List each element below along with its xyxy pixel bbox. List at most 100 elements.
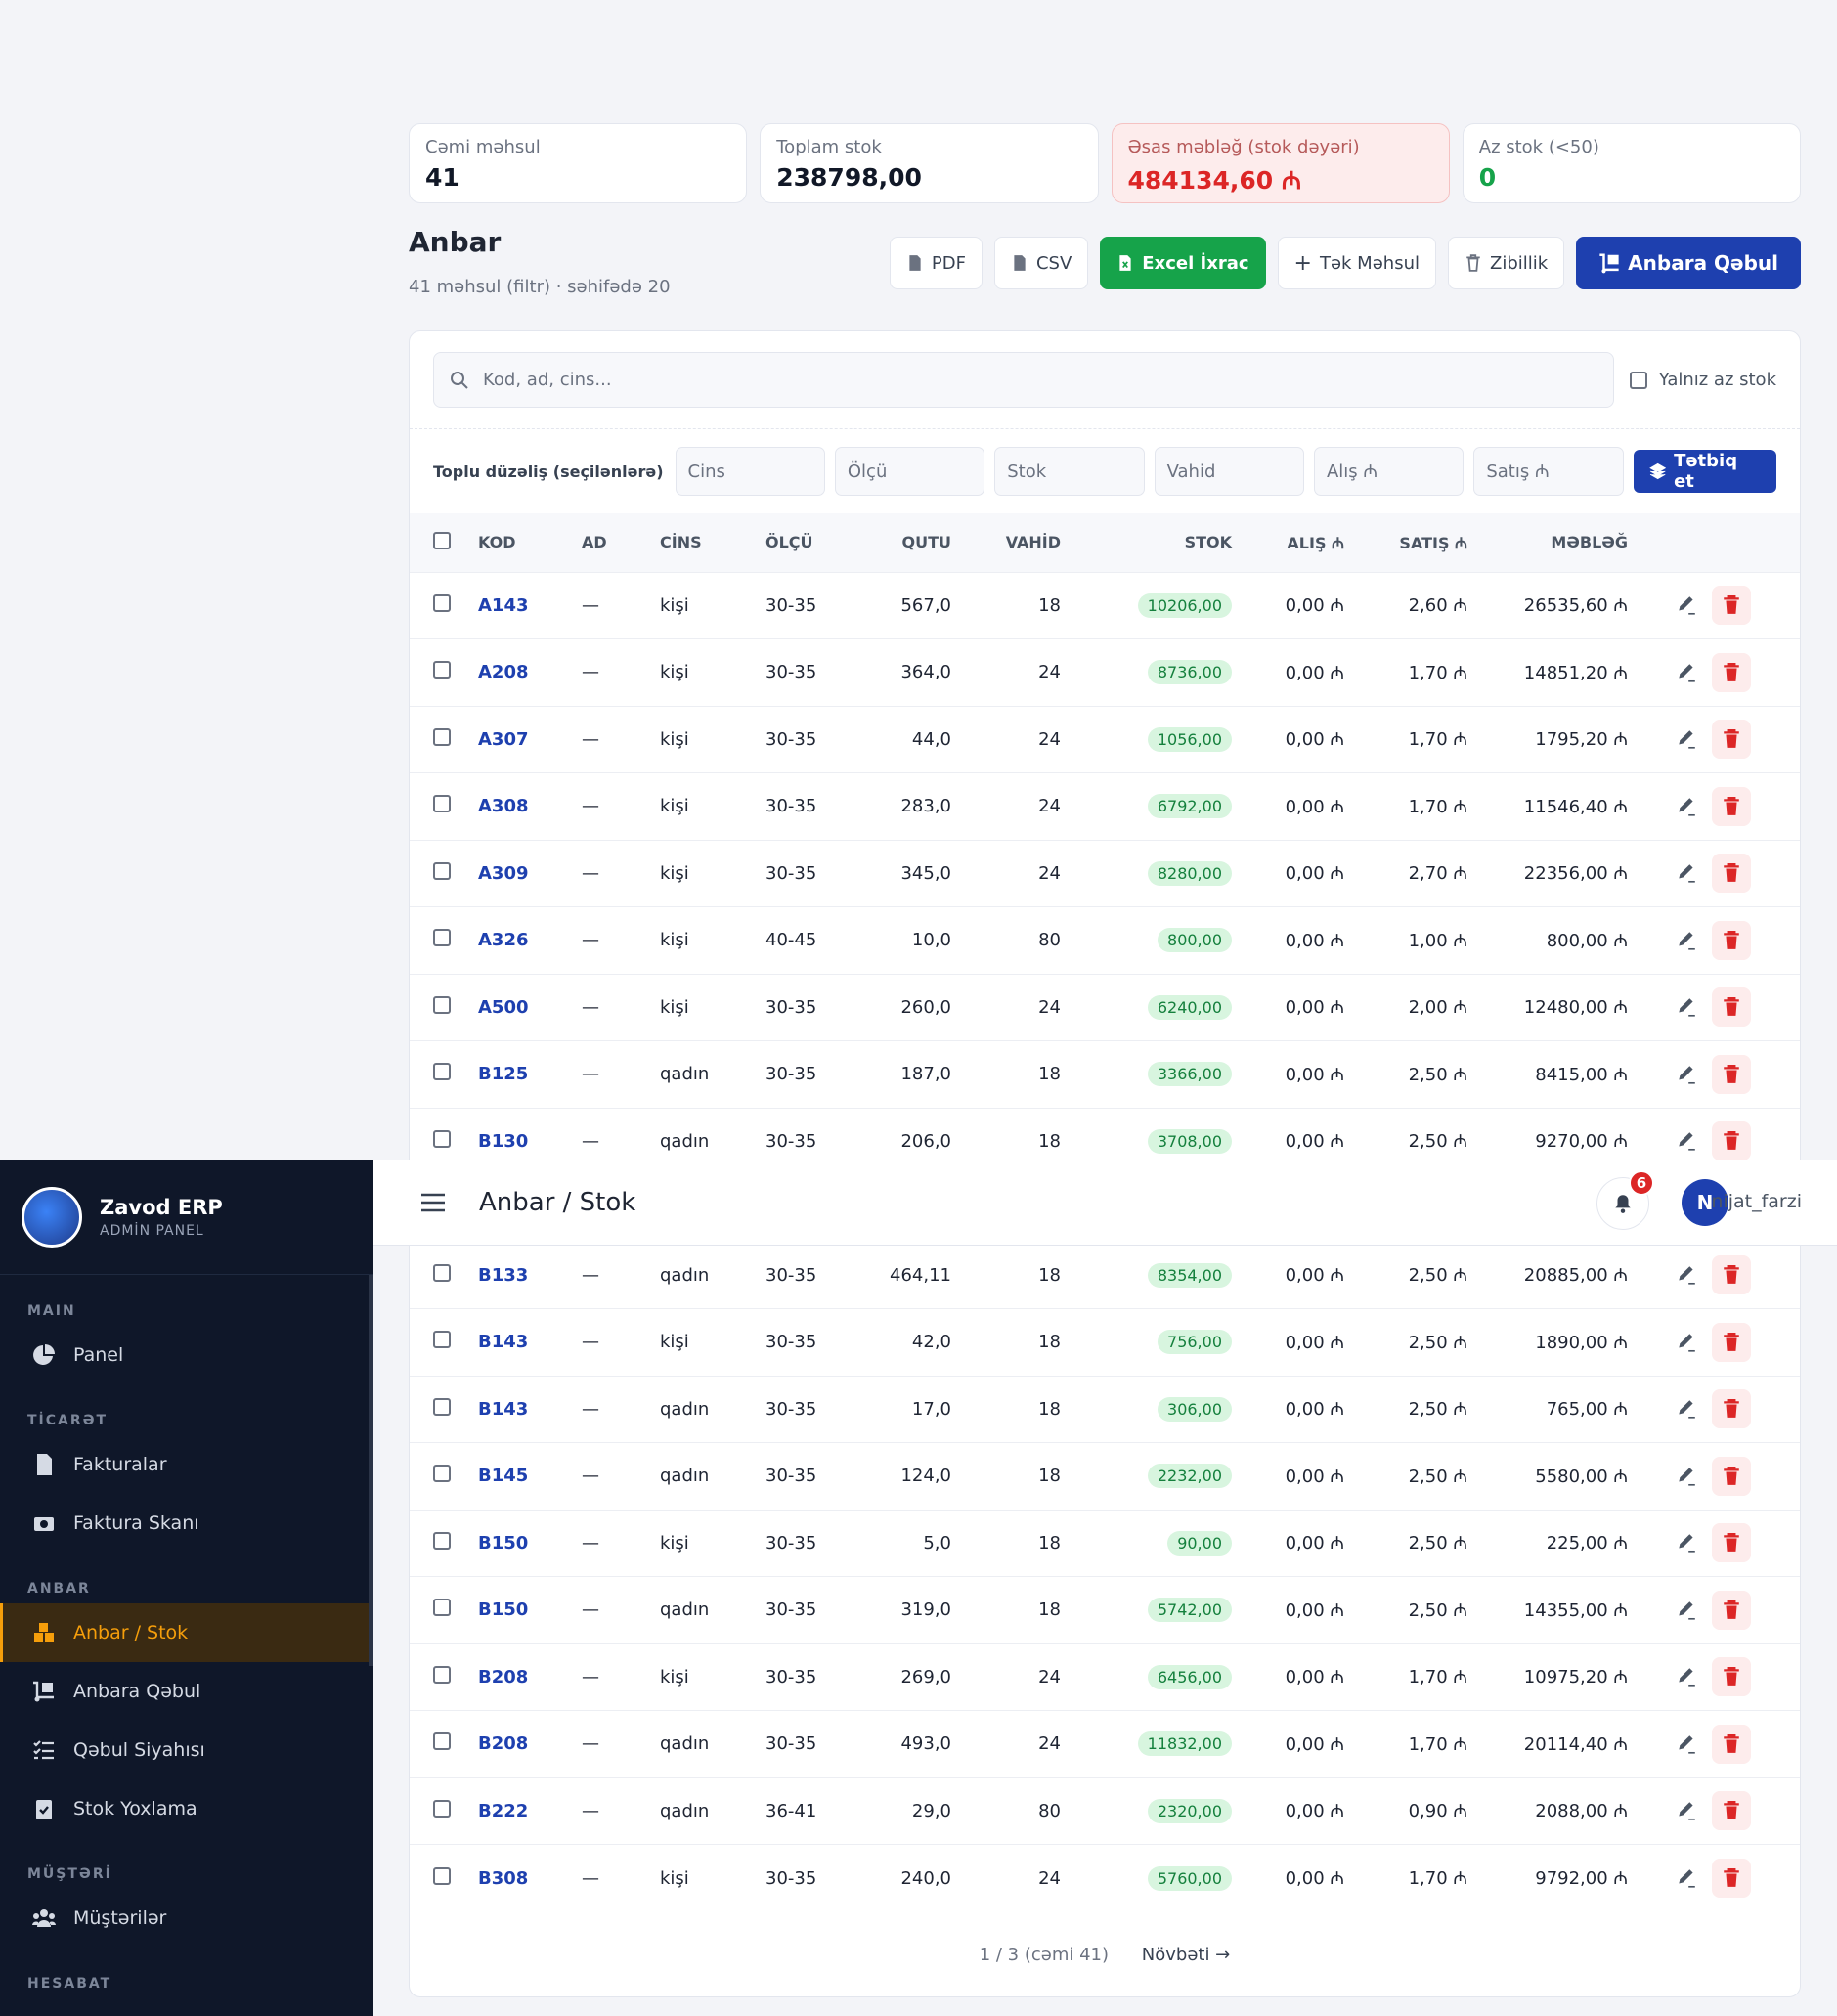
delete-button[interactable] (1711, 920, 1751, 960)
row-checkbox[interactable] (433, 1263, 451, 1282)
cell-kod[interactable]: B208 (478, 1710, 582, 1777)
table-row[interactable]: A208— kişi 30-35 364,0 24 8736,00 0,00 ₼ 1,70 ₼… (410, 638, 1800, 706)
brand[interactable]: Zavod ERP ADMİN PANEL (0, 1160, 373, 1275)
sidebar-scrollbar[interactable] (369, 1275, 373, 1666)
excel-export-button[interactable]: Excel İxrac (1100, 237, 1266, 289)
trash-button[interactable]: Zibillik (1447, 237, 1565, 289)
row-checkbox[interactable] (433, 1331, 451, 1349)
table-row[interactable]: A326— kişi 40-45 10,0 80 800,00 0,00 ₼ 1,00 ₼ 80… (410, 906, 1800, 974)
col-cins[interactable]: CİNS (660, 513, 765, 572)
cell-kod[interactable]: B150 (478, 1509, 582, 1577)
delete-button[interactable] (1711, 786, 1751, 826)
delete-button[interactable] (1711, 1322, 1751, 1362)
delete-button[interactable] (1711, 1791, 1751, 1831)
sidebar-item-camera[interactable]: Faktura Skanı (0, 1494, 373, 1553)
delete-button[interactable] (1711, 1121, 1751, 1161)
sidebar-item-chart-pie[interactable]: Panel (0, 1326, 373, 1384)
username[interactable]: nijat_farzi (1711, 1191, 1802, 1212)
low-stock-filter[interactable]: Yalnız az stok (1629, 370, 1776, 390)
row-checkbox[interactable] (433, 1465, 451, 1483)
cell-kod[interactable]: A308 (478, 772, 582, 840)
pdf-button[interactable]: PDF (889, 237, 983, 289)
row-checkbox[interactable] (433, 1866, 451, 1885)
delete-button[interactable] (1711, 1054, 1751, 1094)
sidebar-item-invoice[interactable]: Fakturalar (0, 1435, 373, 1494)
delete-button[interactable] (1711, 1859, 1751, 1898)
table-row[interactable]: B208— kişi 30-35 269,0 24 6456,00 0,00 ₼ 1,70 ₼… (410, 1643, 1800, 1711)
delete-button[interactable] (1711, 586, 1751, 626)
bulk-sale-input[interactable]: Satış ₼ (1473, 447, 1624, 496)
edit-button[interactable] (1667, 1523, 1706, 1562)
row-checkbox[interactable] (433, 1732, 451, 1751)
edit-button[interactable] (1667, 1121, 1706, 1161)
table-row[interactable]: B145— qadın 30-35 124,0 18 2232,00 0,00 ₼ 2,50 … (410, 1442, 1800, 1510)
receive-button[interactable]: Anbara Qəbul (1576, 237, 1801, 289)
edit-button[interactable] (1667, 1859, 1706, 1898)
row-checkbox[interactable] (433, 661, 451, 679)
csv-button[interactable]: CSV (993, 237, 1089, 289)
delete-button[interactable] (1711, 987, 1751, 1028)
edit-button[interactable] (1667, 1323, 1706, 1362)
cell-kod[interactable]: B145 (478, 1442, 582, 1510)
delete-button[interactable] (1711, 1590, 1751, 1630)
delete-button[interactable] (1711, 1724, 1751, 1764)
col-mebleg[interactable]: MƏBLƏĞ (1467, 513, 1628, 572)
row-checkbox[interactable] (433, 727, 451, 746)
menu-icon[interactable] (420, 1192, 446, 1213)
bulk-unit-input[interactable]: Vahid (1154, 447, 1304, 496)
delete-button[interactable] (1711, 720, 1751, 760)
col-satis[interactable]: SATIŞ ₼ (1344, 513, 1467, 572)
edit-button[interactable] (1667, 1457, 1706, 1496)
row-checkbox[interactable] (433, 593, 451, 612)
cell-kod[interactable]: B143 (478, 1308, 582, 1376)
cell-kod[interactable]: A307 (478, 705, 582, 773)
row-checkbox[interactable] (433, 861, 451, 880)
col-ad[interactable]: AD (582, 513, 660, 572)
delete-button[interactable] (1711, 1523, 1751, 1563)
cell-kod[interactable]: A143 (478, 571, 582, 639)
apply-button[interactable]: Tətbiq et (1633, 450, 1776, 493)
edit-button[interactable] (1667, 653, 1706, 692)
edit-button[interactable] (1667, 1055, 1706, 1094)
table-row[interactable]: B133— qadın 30-35 464,11 18 8354,00 0,00 ₼ 2,50… (410, 1241, 1800, 1309)
edit-button[interactable] (1667, 720, 1706, 759)
row-checkbox[interactable] (433, 929, 451, 947)
bulk-stock-input[interactable]: Stok (994, 447, 1145, 496)
row-checkbox[interactable] (433, 1129, 451, 1148)
table-row[interactable]: A500— kişi 30-35 260,0 24 6240,00 0,00 ₼ 2,00 ₼… (410, 973, 1800, 1041)
cell-kod[interactable]: A500 (478, 973, 582, 1041)
low-stock-checkbox[interactable] (1629, 371, 1647, 389)
edit-button[interactable] (1667, 1725, 1706, 1764)
search-input[interactable]: Kod, ad, cins... (433, 352, 1614, 408)
table-row[interactable]: B143— kişi 30-35 42,0 18 756,00 0,00 ₼ 2,50 ₼ 18… (410, 1308, 1800, 1376)
table-row[interactable]: B308— kişi 30-35 240,0 24 5760,00 0,00 ₼ 1,70 ₼… (410, 1844, 1800, 1911)
col-alis[interactable]: ALIŞ ₼ (1232, 513, 1344, 572)
col-kod[interactable]: KOD (478, 513, 582, 572)
edit-button[interactable] (1667, 987, 1706, 1027)
edit-button[interactable] (1667, 1389, 1706, 1428)
cell-kod[interactable]: B208 (478, 1643, 582, 1711)
next-page-link[interactable]: Növbəti → (1142, 1945, 1231, 1965)
table-row[interactable]: B222— qadın 36-41 29,0 80 2320,00 0,00 ₼ 0,90 ₼… (410, 1776, 1800, 1845)
table-row[interactable]: B150— kişi 30-35 5,0 18 90,00 0,00 ₼ 2,50 ₼ 225,… (410, 1509, 1800, 1577)
delete-button[interactable] (1711, 1456, 1751, 1496)
edit-button[interactable] (1667, 1591, 1706, 1630)
notifications-button[interactable]: 6 (1596, 1170, 1654, 1230)
table-row[interactable]: A143— kişi 30-35 567,0 18 10206,00 0,00 ₼ 2,60 … (410, 571, 1800, 639)
cell-kod[interactable]: B125 (478, 1040, 582, 1108)
edit-button[interactable] (1667, 854, 1706, 893)
edit-button[interactable] (1667, 586, 1706, 625)
row-checkbox[interactable] (433, 1665, 451, 1684)
sidebar-item-users[interactable]: Müştərilər (0, 1889, 373, 1948)
table-row[interactable]: B125— qadın 30-35 187,0 18 3366,00 0,00 ₼ 2,50 … (410, 1040, 1800, 1108)
delete-button[interactable] (1711, 652, 1751, 692)
row-checkbox[interactable] (433, 1531, 451, 1550)
row-checkbox[interactable] (433, 995, 451, 1014)
bulk-size-input[interactable]: Ölçü (834, 447, 985, 496)
row-checkbox[interactable] (433, 1063, 451, 1081)
col-qutu[interactable]: QUTU (855, 513, 952, 572)
cell-kod[interactable]: A208 (478, 638, 582, 706)
cell-kod[interactable]: B150 (478, 1576, 582, 1643)
cell-kod[interactable]: A326 (478, 906, 582, 974)
sidebar-item-boxes[interactable]: Anbar / Stok (0, 1603, 373, 1662)
